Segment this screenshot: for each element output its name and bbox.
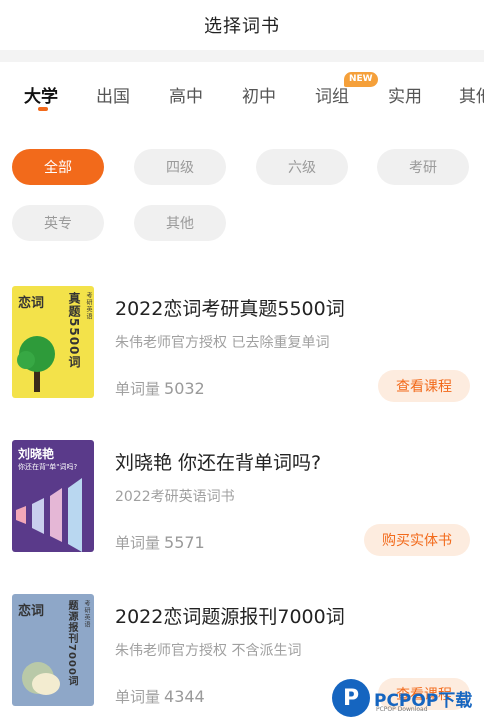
watermark: P PCPOP下载 PCPOP Download — [332, 676, 484, 720]
tree-illustration-icon — [17, 336, 55, 392]
tab-abroad[interactable]: 出国 — [96, 82, 130, 107]
new-badge: NEW — [344, 72, 378, 87]
word-count: 单词量 5571 — [115, 532, 205, 553]
book-title: 2022恋词考研真题5500词 — [115, 298, 345, 320]
word-count-label: 单词量 — [115, 380, 161, 398]
filter-cet4[interactable]: 四级 — [134, 149, 226, 185]
buy-book-button[interactable]: 购买实体书 — [364, 524, 470, 556]
filter-english-major[interactable]: 英专 — [12, 205, 104, 241]
word-count-label: 单词量 — [115, 688, 161, 706]
book-item[interactable]: 恋词 真题5500词 考研英语 2022恋词考研真题5500词 朱伟老师官方授权… — [0, 286, 484, 426]
active-tab-indicator — [38, 107, 48, 111]
filter-other[interactable]: 其他 — [134, 205, 226, 241]
filter-all[interactable]: 全部 — [12, 149, 104, 185]
word-count-value: 4344 — [164, 687, 205, 706]
tab-high-school[interactable]: 高中 — [169, 82, 203, 107]
tab-other[interactable]: 其他 — [459, 82, 484, 107]
book-cover: 恋词 题源报刊7000词 考研英语 — [12, 594, 94, 706]
tab-junior-high[interactable]: 初中 — [242, 82, 276, 107]
book-subtitle: 朱伟老师官方授权 已去除重复单词 — [115, 335, 330, 351]
bars-illustration-icon — [16, 478, 82, 552]
filter-cet6[interactable]: 六级 — [256, 149, 348, 185]
book-cover: 恋词 真题5500词 考研英语 — [12, 286, 94, 398]
word-count-value: 5032 — [164, 379, 205, 398]
word-count-value: 5571 — [164, 533, 205, 552]
word-count: 单词量 4344 — [115, 686, 205, 707]
word-count: 单词量 5032 — [115, 378, 205, 399]
shapes-illustration-icon — [22, 662, 60, 695]
book-subtitle: 2022考研英语词书 — [115, 489, 235, 505]
header-divider — [0, 50, 484, 62]
page-title: 选择词书 — [204, 16, 280, 37]
book-title: 2022恋词题源报刊7000词 — [115, 606, 345, 628]
filter-postgrad[interactable]: 考研 — [377, 149, 469, 185]
book-title: 刘晓艳 你还在背单词吗? — [115, 452, 322, 474]
book-cover: 刘晓艳 你还在背"单"词吗? — [12, 440, 94, 552]
word-count-label: 单词量 — [115, 534, 161, 552]
book-item[interactable]: 刘晓艳 你还在背"单"词吗? 刘晓艳 你还在背单词吗? 2022考研英语词书 单… — [0, 440, 484, 580]
app-header: 选择词书 — [0, 0, 484, 50]
tab-university[interactable]: 大学 — [24, 82, 58, 107]
book-subtitle: 朱伟老师官方授权 不含派生词 — [115, 643, 302, 659]
watermark-logo-icon: P — [332, 679, 370, 717]
tab-practical[interactable]: 实用 — [388, 82, 422, 107]
watermark-small-text: PCPOP Download — [376, 706, 428, 713]
view-course-button[interactable]: 查看课程 — [378, 370, 470, 402]
